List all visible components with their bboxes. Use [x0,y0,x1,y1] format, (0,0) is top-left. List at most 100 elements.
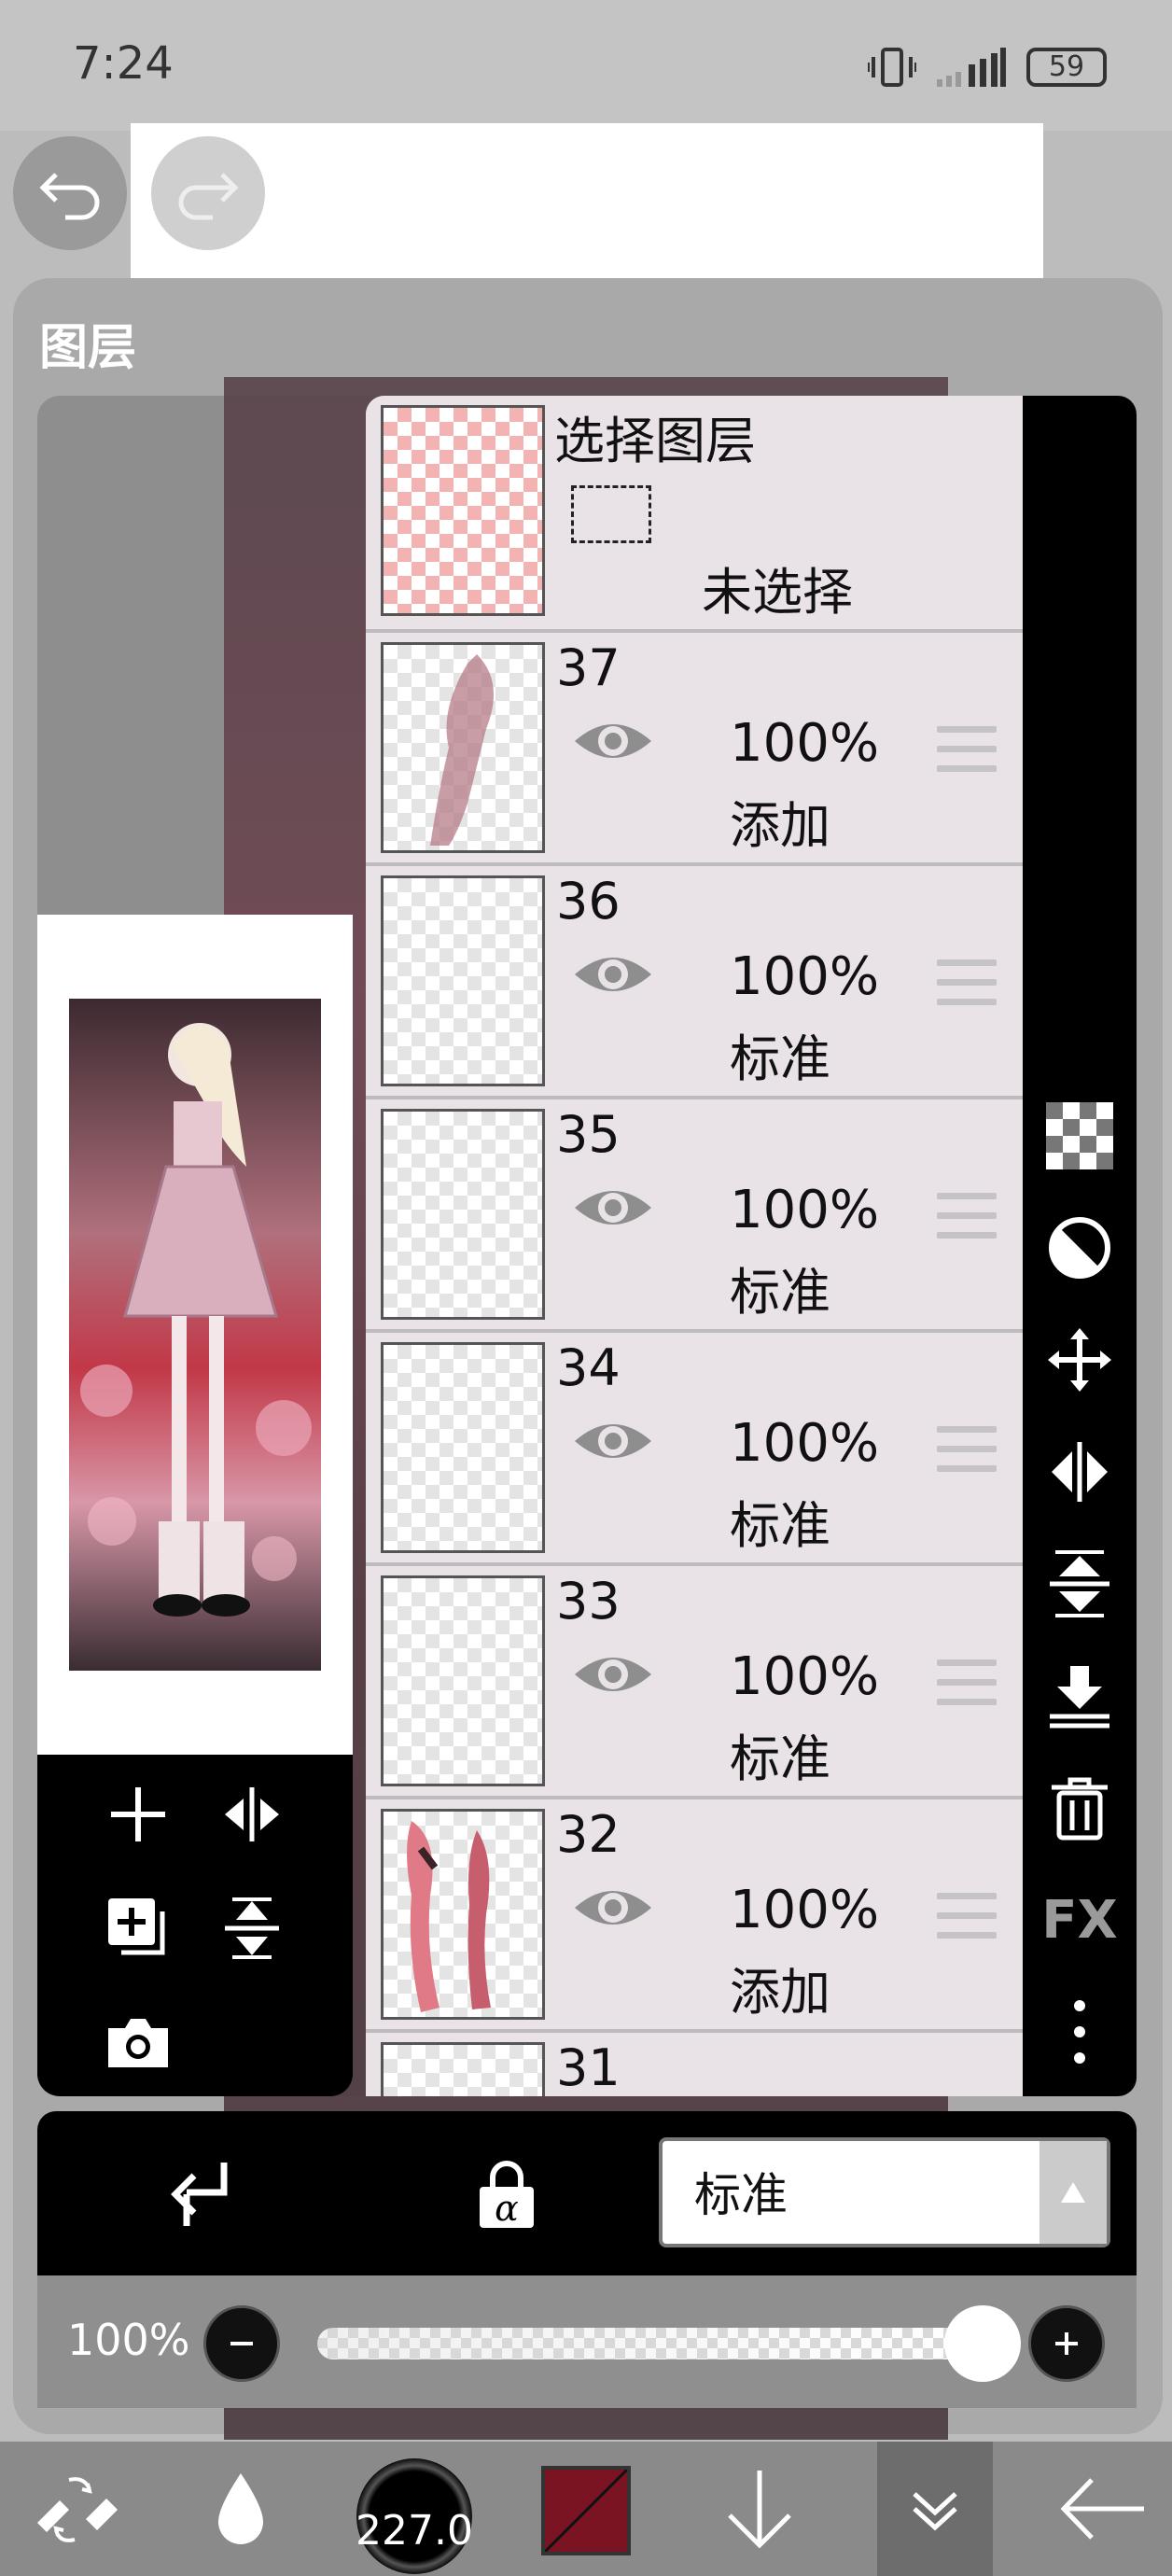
opacity-slider[interactable] [317,2328,995,2359]
opacity-decrease-button[interactable] [203,2305,280,2382]
layer-blend-mode: 标准 [730,1263,830,1322]
layer-number: 34 [556,1338,621,1397]
flip-vertical-button[interactable] [215,1891,289,1966]
camera-button[interactable] [101,2005,175,2079]
layer-panel-toggle-button[interactable] [877,2451,993,2567]
redo-button[interactable] [151,136,265,250]
plus-icon [111,1787,165,1841]
signal-icon [937,48,1006,87]
opacity-slider-knob[interactable] [944,2305,1021,2382]
undo-icon [39,173,100,220]
layer-opacity: 100% [730,1413,880,1474]
flip-horizontal-icon [225,1787,279,1841]
checker-icon[interactable] [1036,1094,1123,1178]
canvas-area[interactable] [131,123,1043,280]
redo-icon [178,173,239,220]
layer-thumbnail [381,1809,545,2020]
battery-indicator: 59 [1026,48,1107,87]
dropdown-arrow-icon[interactable] [1039,2141,1107,2244]
selection-state: 未选择 [702,563,853,622]
clip-arrow-icon [171,2163,228,2226]
duplicate-icon [108,1898,165,1955]
opacity-label: 100% [67,2315,190,2365]
flip-vertical-icon[interactable] [1036,1542,1123,1626]
panel-title: 图层 [39,320,137,376]
half-circle-icon[interactable] [1036,1206,1123,1290]
more-icon[interactable] [1036,1990,1123,2074]
drag-handle-icon[interactable] [937,726,997,778]
vibrate-icon [868,48,916,87]
merge-down-icon[interactable] [1036,1654,1123,1738]
clip-layer-button[interactable] [159,2152,243,2236]
flip-horizontal-icon[interactable] [1036,1430,1123,1514]
flip-layer-button[interactable] [215,1777,289,1852]
drag-handle-icon[interactable] [937,959,997,1012]
camera-icon [108,2019,168,2067]
layer-number: 36 [556,872,621,931]
layer-thumbnail [381,1342,545,1553]
layer-thumbnail [381,875,545,1086]
blend-mode-value: 标准 [694,2168,788,2222]
trash-icon[interactable] [1036,1766,1123,1850]
layer-number: 37 [556,638,621,697]
status-icons: 59 [868,43,1107,91]
color-swatch[interactable] [541,2466,631,2555]
layer-row[interactable]: 35 100% 标准 [366,1099,1023,1333]
arrow-left-icon [1060,2478,1144,2540]
chevron-down-double-icon [913,2492,957,2531]
layer-number: 32 [556,1805,621,1864]
layer-blend-mode: 标准 [730,1729,830,1788]
layer-opacity: 100% [730,1880,880,1940]
layer-row[interactable]: 37 100% 添加 [366,633,1023,866]
duplicate-layer-button[interactable] [101,1891,175,1966]
layer-blend-mode: 标准 [730,1029,830,1088]
layer-row[interactable]: 36 100% 标准 [366,866,1023,1099]
layer-opacity: 100% [730,713,880,774]
layer-list[interactable]: 选择图层 未选择 37 100% 添加 36 100% 标准 35 100% 标… [366,396,1023,2096]
layer-number: 31 [556,2038,621,2096]
import-button[interactable] [702,2451,817,2567]
arrow-down-icon [728,2471,791,2549]
eye-icon[interactable] [571,946,655,1002]
drag-handle-icon[interactable] [937,1193,997,1245]
drag-handle-icon[interactable] [937,1426,997,1478]
layer-thumbnail [381,2042,545,2096]
brush-eraser-icon [37,2477,118,2542]
opacity-increase-button[interactable] [1028,2305,1105,2382]
tool-switch-button[interactable] [21,2451,136,2567]
minus-icon [230,2342,253,2345]
selection-layer-row[interactable]: 选择图层 未选择 [366,396,1023,633]
eye-icon[interactable] [571,1646,655,1702]
undo-button[interactable] [13,136,127,250]
layer-number: 33 [556,1572,621,1631]
selection-marquee-icon [571,485,651,543]
flip-vertical-icon [225,1897,279,1959]
svg-text:α: α [495,2188,519,2229]
layer-number: 35 [556,1105,621,1164]
layer-row[interactable]: 32 100% 添加 [366,1799,1023,2033]
eyedropper-button[interactable] [183,2451,299,2567]
alpha-lock-button[interactable]: α [465,2152,549,2236]
layer-actions-toolbar: FX [1023,396,1137,2096]
brush-size-value: 227.0 [356,2507,473,2555]
layer-tools-panel [37,1755,353,2096]
drag-handle-icon[interactable] [937,1893,997,1945]
layer-row[interactable]: 31 [366,2033,1023,2096]
eye-icon[interactable] [571,1180,655,1236]
selection-thumbnail [381,405,545,616]
layer-blend-mode: 标准 [730,1496,830,1555]
back-button[interactable] [1045,2451,1161,2567]
fx-icon[interactable]: FX [1036,1878,1123,1962]
eye-icon[interactable] [571,713,655,769]
add-layer-button[interactable] [101,1777,175,1852]
layer-thumbnail [381,1109,545,1320]
move-icon[interactable] [1036,1318,1123,1402]
selection-layer-label: 选择图层 [554,412,756,470]
alpha-lock-icon: α [480,2161,534,2229]
layer-row[interactable]: 34 100% 标准 [366,1333,1023,1566]
layer-thumbnail [381,642,545,853]
layer-row[interactable]: 33 100% 标准 [366,1566,1023,1799]
eye-icon[interactable] [571,1413,655,1469]
drag-handle-icon[interactable] [937,1659,997,1712]
eye-icon[interactable] [571,1880,655,1936]
